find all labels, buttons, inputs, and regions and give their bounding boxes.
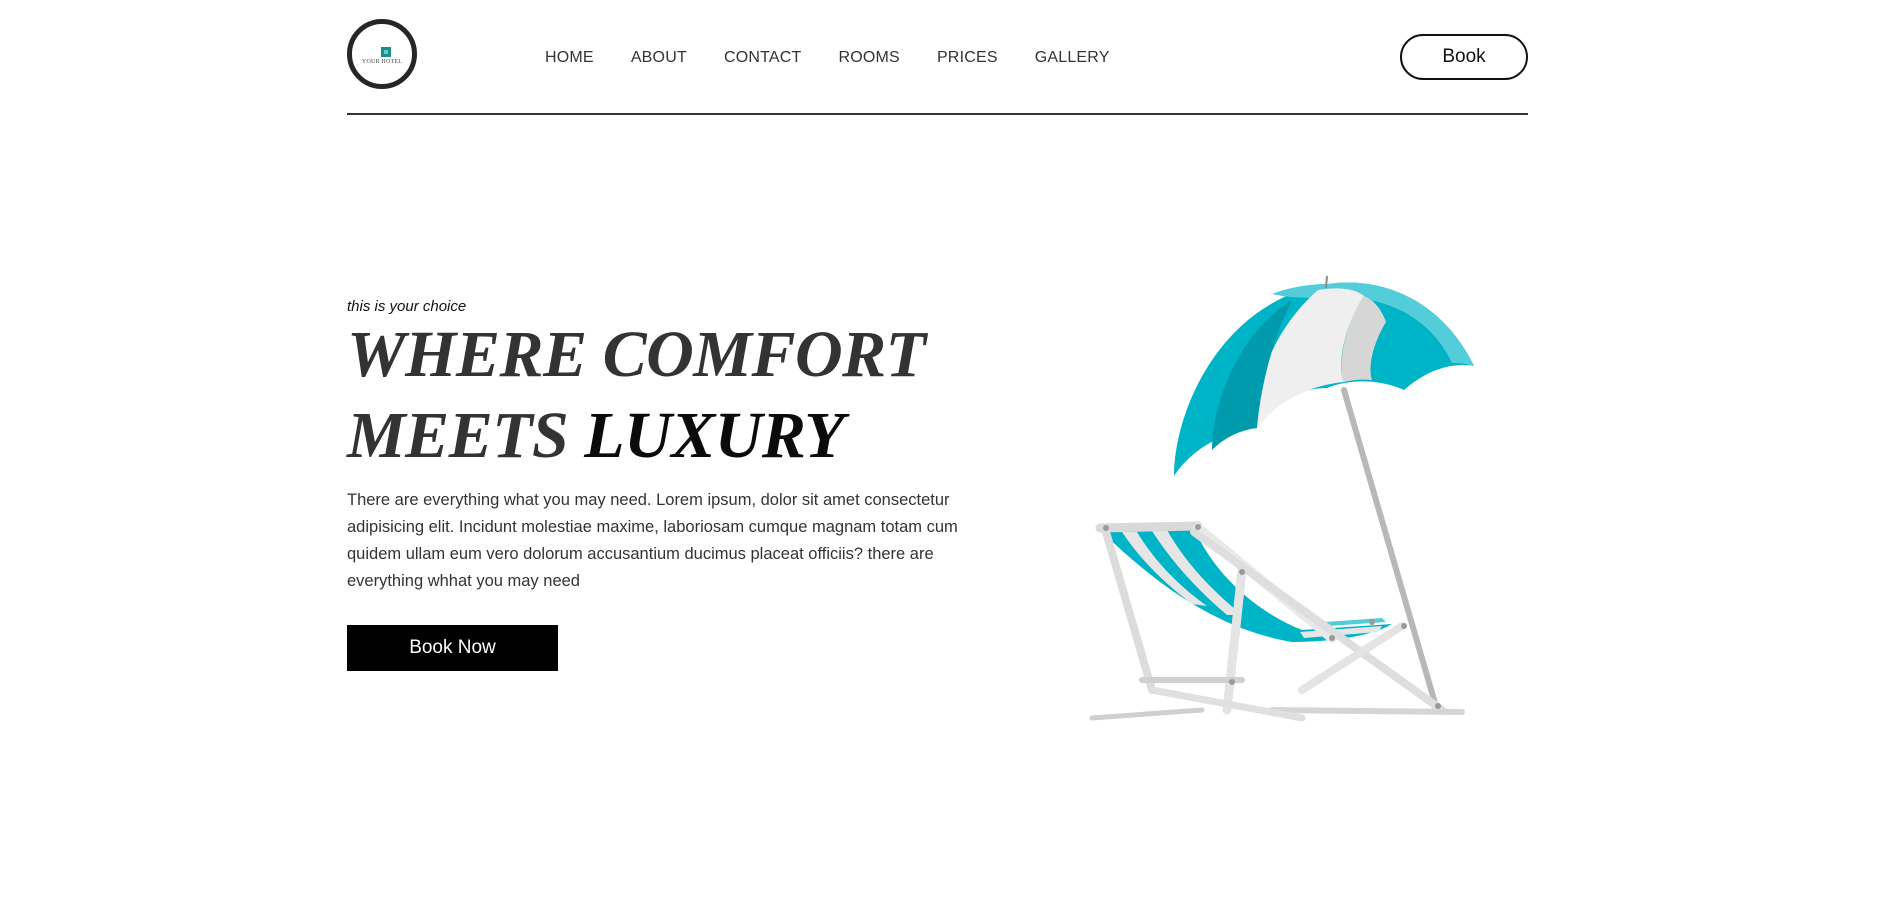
headline-line2: MEETS bbox=[347, 399, 569, 472]
hero-tagline: this is your choice bbox=[347, 298, 467, 315]
nav-prices[interactable]: PRICES bbox=[937, 49, 998, 67]
beach-chair-umbrella-illustration bbox=[1089, 275, 1474, 722]
book-now-button[interactable]: Book Now bbox=[347, 625, 558, 671]
page-container: YOUR HOTEL HOME ABOUT CONTACT ROOMS PRIC… bbox=[347, 0, 1528, 919]
nav-gallery[interactable]: GALLERY bbox=[1035, 49, 1110, 67]
logo-text: YOUR HOTEL bbox=[361, 59, 403, 65]
site-header: YOUR HOTEL HOME ABOUT CONTACT ROOMS PRIC… bbox=[347, 0, 1528, 115]
headline-accent: LUXURY bbox=[584, 399, 845, 472]
headline-line1: WHERE COMFORT bbox=[347, 318, 926, 391]
hero-headline: WHERE COMFORT MEETS LUXURY bbox=[347, 314, 926, 476]
umbrella-canopy bbox=[1174, 275, 1474, 476]
umbrella-pole bbox=[1341, 387, 1440, 713]
chair-seat bbox=[1102, 528, 1392, 642]
hero-description: There are everything what you may need. … bbox=[347, 491, 958, 590]
nav-contact[interactable]: CONTACT bbox=[724, 49, 802, 67]
logo-mark-icon bbox=[381, 47, 391, 57]
nav-rooms[interactable]: ROOMS bbox=[838, 49, 899, 67]
hotel-logo[interactable]: YOUR HOTEL bbox=[347, 19, 417, 89]
book-button[interactable]: Book bbox=[1400, 34, 1528, 80]
nav-home[interactable]: HOME bbox=[545, 49, 594, 67]
nav-about[interactable]: ABOUT bbox=[631, 49, 687, 67]
main-nav: HOME ABOUT CONTACT ROOMS PRICES GALLERY bbox=[545, 49, 1110, 67]
